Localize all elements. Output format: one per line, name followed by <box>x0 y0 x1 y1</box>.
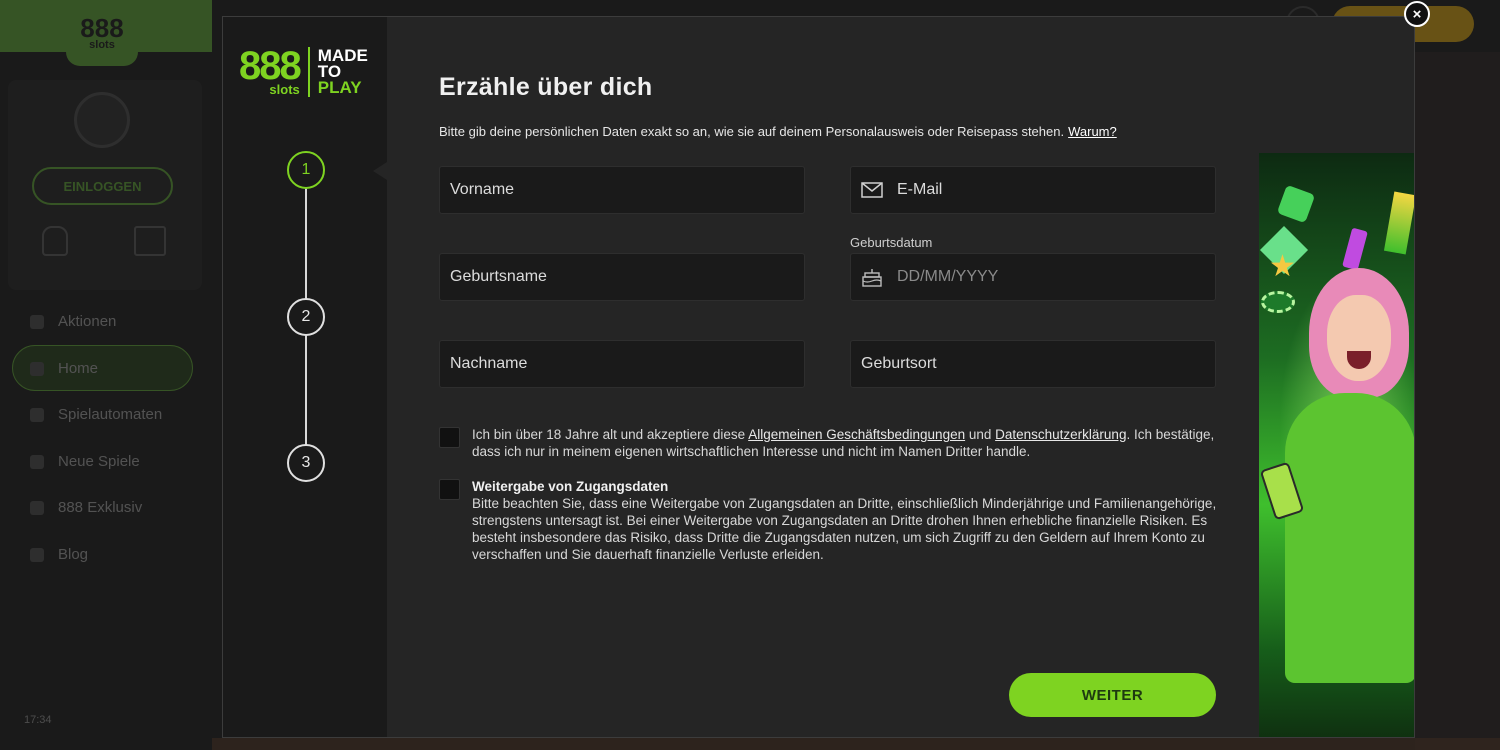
privacy-link[interactable]: Datenschutzerklärung <box>995 427 1126 442</box>
first-name-placeholder: Vorname <box>450 181 515 198</box>
background-nav-item: Home <box>30 360 98 377</box>
credential-sharing-heading: Weitergabe von Zugangsdaten <box>472 479 669 494</box>
dice-icon <box>1276 184 1316 224</box>
terms-checkbox[interactable] <box>439 427 460 448</box>
why-link[interactable]: Warum? <box>1068 124 1117 139</box>
brand-logo: 888 slots MADE TO PLAY <box>239 43 368 97</box>
candy-icon <box>1342 227 1368 271</box>
envelope-icon <box>861 181 883 199</box>
background-nav-item: Neue Spiele <box>30 453 140 470</box>
background-nav-item: Blog <box>30 546 88 563</box>
terms-link[interactable]: Allgemeinen Geschäftsbedingungen <box>748 427 965 442</box>
step-2: 2 <box>287 298 325 336</box>
terms-text: Ich bin über 18 Jahre alt und akzeptiere… <box>472 427 1215 459</box>
step-indicator-notch <box>373 162 387 180</box>
background-game-strip <box>212 738 1500 750</box>
casino-chip-icon <box>1261 291 1295 313</box>
gift-icon <box>134 226 166 256</box>
form-subtitle: Bitte gib deine persönlichen Daten exakt… <box>439 124 1117 139</box>
background-clock: 17:34 <box>24 714 52 726</box>
background-nav-item: Aktionen <box>30 313 116 330</box>
crown-icon <box>1383 191 1414 255</box>
credential-sharing-text: Weitergabe von Zugangsdaten Bitte beacht… <box>472 478 1219 563</box>
registration-modal: 888 slots MADE TO PLAY 1 2 3 Erzähle übe… <box>222 16 1415 738</box>
email-placeholder: E-Mail <box>897 181 943 198</box>
birth-name-field[interactable]: Geburtsname <box>439 253 805 301</box>
star-icon <box>30 454 44 469</box>
star-icon: ★ <box>1269 250 1296 283</box>
avatar-icon <box>74 92 130 148</box>
step-1: 1 <box>287 151 325 189</box>
background-content <box>1415 52 1500 750</box>
blog-icon <box>30 547 44 562</box>
birthdate-field[interactable]: DD/MM/YYYY <box>850 253 1216 301</box>
brand-sub: slots <box>269 81 300 97</box>
stepper-panel: 888 slots MADE TO PLAY 1 2 3 <box>223 17 387 737</box>
promo-image: ★ <box>1259 153 1414 737</box>
form-title: Erzähle über dich <box>439 73 653 101</box>
background-nav-item: 888 Exklusiv <box>30 499 142 516</box>
birthdate-label: Geburtsdatum <box>850 235 933 250</box>
background-logo-number: 888 <box>80 13 124 43</box>
cake-icon <box>861 268 883 287</box>
brand-number: 888 <box>239 43 302 88</box>
last-name-placeholder: Nachname <box>450 355 528 372</box>
close-icon[interactable]: × <box>1404 1 1430 27</box>
cherry-icon <box>30 407 44 422</box>
last-name-field[interactable]: Nachname <box>439 340 805 388</box>
nav-icon <box>30 314 44 329</box>
terms-consent-row: Ich bin über 18 Jahre alt und akzeptiere… <box>439 426 1219 460</box>
heart-icon <box>30 361 44 376</box>
bell-icon <box>42 226 68 256</box>
brand-tagline: MADE TO PLAY <box>317 46 368 97</box>
continue-button[interactable]: WEITER <box>1009 673 1216 717</box>
background-login-button: EINLOGGEN <box>32 167 173 205</box>
birthdate-placeholder: DD/MM/YYYY <box>897 268 999 285</box>
credential-sharing-checkbox[interactable] <box>439 479 460 500</box>
target-icon <box>30 500 44 515</box>
birth-name-placeholder: Geburtsname <box>450 268 547 285</box>
credential-sharing-row: Weitergabe von Zugangsdaten Bitte beacht… <box>439 478 1219 563</box>
brand-divider <box>307 47 310 97</box>
credential-sharing-body: Bitte beachten Sie, dass eine Weitergabe… <box>472 496 1217 562</box>
background-nav-item: Spielautomaten <box>30 406 162 423</box>
email-field[interactable]: E-Mail <box>850 166 1216 214</box>
background-sidebar: 888 slots EINLOGGEN Aktionen Home Spiela… <box>0 0 212 750</box>
background-logo-sub: slots <box>89 39 115 51</box>
background-logo: 888 slots <box>66 0 138 66</box>
birthplace-field[interactable]: Geburtsort <box>850 340 1216 388</box>
first-name-field[interactable]: Vorname <box>439 166 805 214</box>
step-3: 3 <box>287 444 325 482</box>
birthplace-placeholder: Geburtsort <box>861 355 937 372</box>
